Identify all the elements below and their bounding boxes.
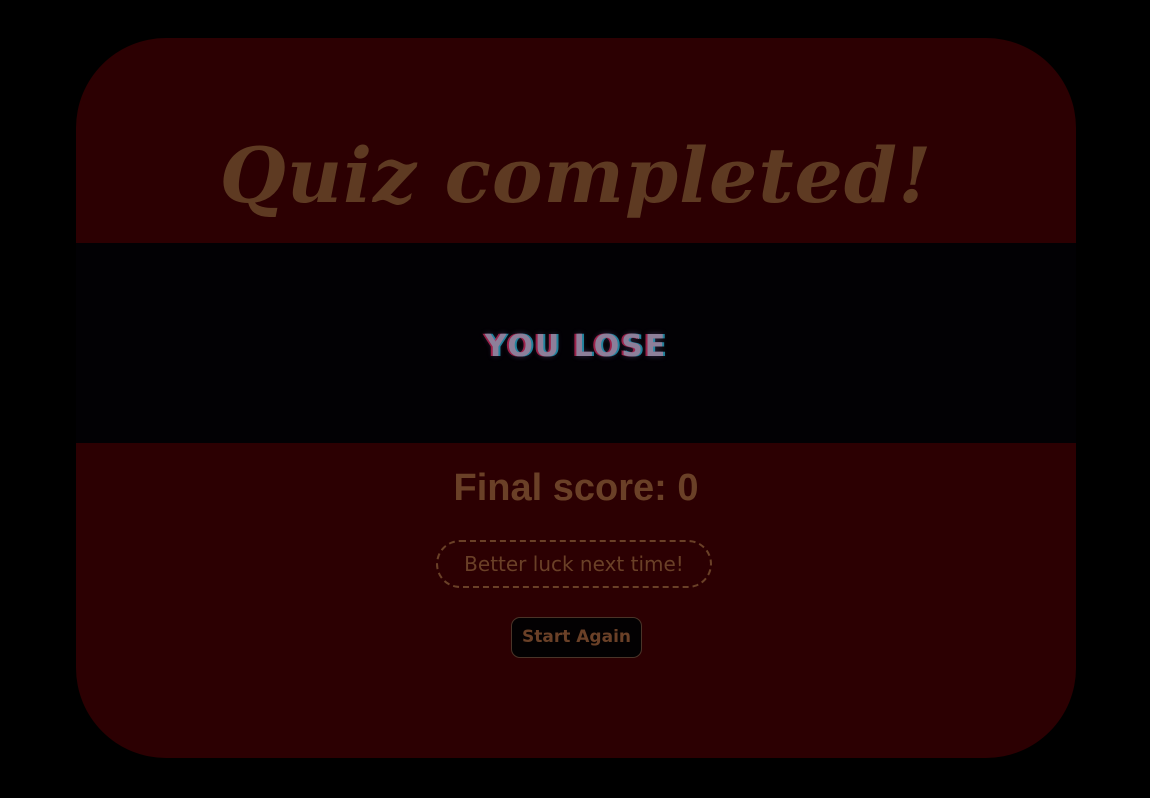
feedback-message: Better luck next time! xyxy=(436,540,712,588)
final-score: Final score: 0 xyxy=(76,464,1076,512)
quiz-title: Quiz completed! xyxy=(219,131,933,220)
result-text: YOU LOSE xyxy=(484,329,668,364)
score-value: 0 xyxy=(677,467,699,509)
result-banner: YOU LOSE xyxy=(76,243,1076,443)
start-again-button[interactable]: Start Again xyxy=(511,617,642,658)
quiz-result-card: Quiz completed! YOU LOSE Final score: 0 … xyxy=(76,38,1076,758)
score-label: Final score: xyxy=(453,467,678,509)
